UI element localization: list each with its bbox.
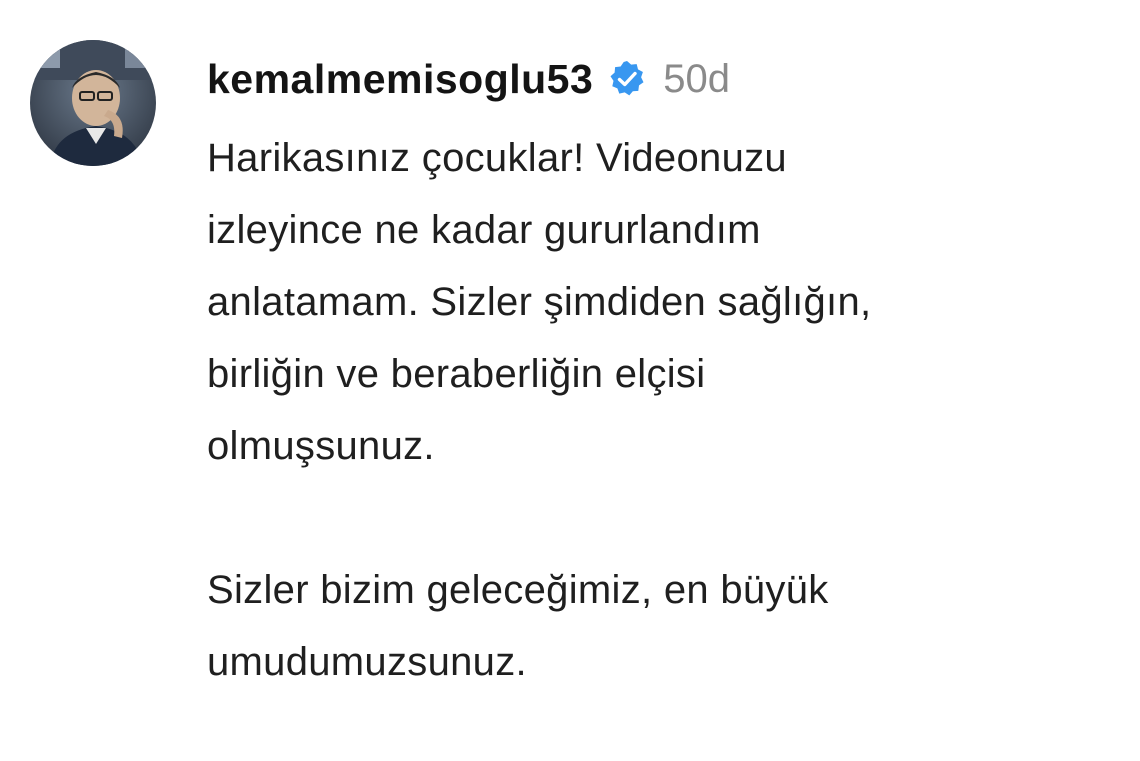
username-link[interactable]: kemalmemisoglu53 — [207, 56, 593, 103]
paragraph-break — [207, 482, 1117, 554]
comment-line: umudumuzsunuz. — [207, 640, 527, 684]
comment-line: izleyince ne kadar gururlandım — [207, 208, 761, 252]
comment-timestamp[interactable]: 50d — [663, 57, 730, 102]
comment-header: kemalmemisoglu53 50d — [207, 52, 1117, 106]
comment-line: birliğin ve beraberliğin elçisi — [207, 352, 706, 396]
comment-line: Sizler bizim geleceğimiz, en büyük — [207, 568, 829, 612]
comment-line: anlatamam. Sizler şimdiden sağlığın, — [207, 280, 872, 324]
comment-line: olmuşsunuz. — [207, 424, 435, 468]
comment-line: Harikasınız çocuklar! Videonuzu — [207, 136, 787, 180]
comment-content: kemalmemisoglu53 50d Harikasınız çocukla… — [207, 52, 1117, 698]
comment-item: kemalmemisoglu53 50d Harikasınız çocukla… — [0, 0, 1140, 761]
verified-badge-icon — [607, 59, 647, 99]
avatar[interactable] — [30, 40, 156, 166]
comment-text: Harikasınız çocuklar! Videonuzu izleyinc… — [207, 122, 1117, 698]
avatar-image — [30, 40, 156, 166]
